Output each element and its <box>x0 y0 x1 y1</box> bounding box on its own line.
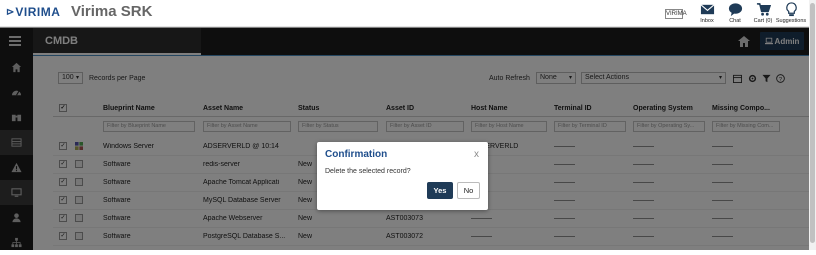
suggestions-button[interactable]: Suggestions <box>775 0 807 24</box>
cart-button[interactable]: Cart (0) <box>751 0 775 24</box>
no-button[interactable]: No <box>457 182 480 199</box>
chat-button[interactable]: Chat <box>723 0 747 24</box>
logo-mark-icon: ⊳ <box>6 6 15 18</box>
header-actions: VIRIMA Inbox Chat Cart (0) Suggestions <box>665 0 807 27</box>
scrollbar-thumb[interactable] <box>810 3 815 243</box>
envelope-icon <box>700 4 714 15</box>
lightbulb-icon <box>785 2 797 17</box>
chat-icon <box>728 3 742 17</box>
suggestions-label: Suggestions <box>775 18 807 24</box>
inbox-label: Inbox <box>700 18 714 24</box>
app-title: Virima SRK <box>71 3 153 20</box>
page-scrollbar[interactable] <box>809 0 816 250</box>
virima-logo[interactable]: ⊳ VIRIMA <box>6 5 60 19</box>
confirmation-dialog: Confirmation x Delete the selected recor… <box>317 142 488 210</box>
logo-text: VIRIMA <box>15 5 61 19</box>
top-header: ⊳ VIRIMA Virima SRK VIRIMA Inbox Chat Ca… <box>0 0 809 27</box>
close-icon[interactable]: x <box>474 149 479 160</box>
brand-badge: VIRIMA <box>665 9 687 19</box>
modal-backdrop[interactable] <box>0 27 809 250</box>
yes-button[interactable]: Yes <box>427 182 453 199</box>
cart-icon <box>756 3 771 16</box>
cart-label: Cart (0) <box>753 18 773 24</box>
dialog-title: Confirmation <box>325 149 388 160</box>
inbox-button[interactable]: Inbox <box>695 0 719 24</box>
dialog-message: Delete the selected record? <box>325 168 411 175</box>
chat-label: Chat <box>729 18 741 24</box>
